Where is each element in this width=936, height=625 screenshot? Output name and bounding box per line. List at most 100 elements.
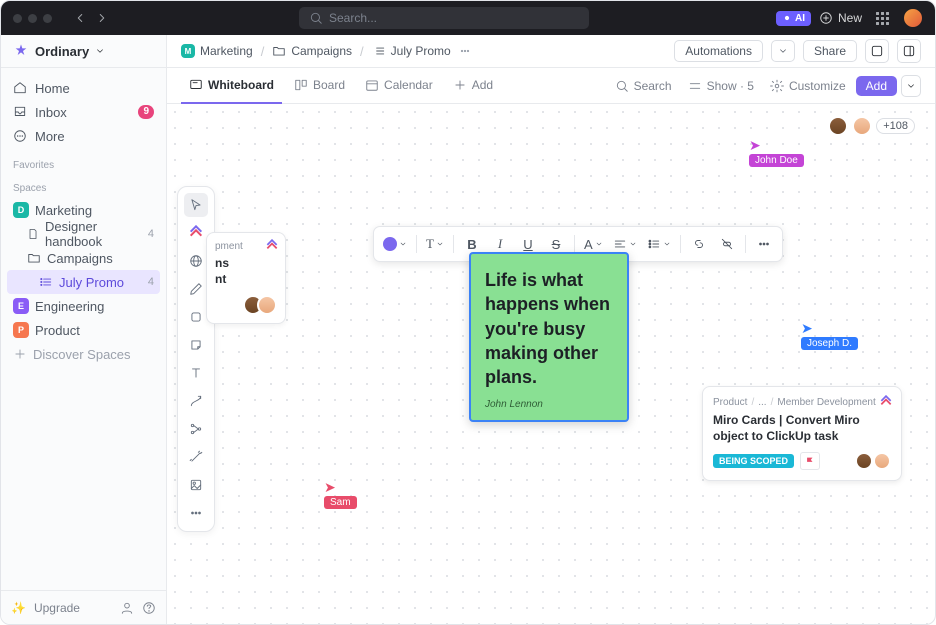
assignee-avatar[interactable] bbox=[873, 452, 891, 470]
crumb-july-promo[interactable]: July Promo bbox=[372, 44, 451, 58]
assignee-avatar[interactable] bbox=[855, 452, 873, 470]
remote-cursor-joseph: ➤ Joseph D. bbox=[801, 321, 858, 350]
folder-icon bbox=[27, 251, 41, 265]
tool-shape[interactable] bbox=[184, 305, 208, 329]
tree-item-designer-handbook[interactable]: Designer handbook 4 bbox=[7, 222, 160, 246]
cursor-label: Joseph D. bbox=[801, 337, 858, 350]
view-search[interactable]: Search bbox=[609, 79, 678, 93]
collaborator-avatar[interactable] bbox=[852, 116, 872, 136]
tree-space-product[interactable]: P Product bbox=[7, 318, 160, 342]
more-format-button[interactable] bbox=[751, 232, 777, 256]
view-show[interactable]: Show · 5 bbox=[682, 79, 760, 93]
tool-connector[interactable] bbox=[184, 389, 208, 413]
tree-item-campaigns[interactable]: Campaigns bbox=[7, 246, 160, 270]
panel-button[interactable] bbox=[897, 39, 921, 63]
plus-icon bbox=[13, 347, 27, 361]
tool-sticky[interactable] bbox=[184, 333, 208, 357]
priority-flag[interactable] bbox=[800, 452, 820, 470]
sidebar-item-inbox[interactable]: Inbox 9 bbox=[7, 100, 160, 124]
tab-whiteboard[interactable]: Whiteboard bbox=[181, 68, 282, 104]
sticky-note-icon bbox=[189, 338, 203, 352]
tree-item-july-promo[interactable]: July Promo 4 bbox=[7, 270, 160, 294]
apps-grid-icon[interactable] bbox=[876, 12, 889, 25]
action-label: Customize bbox=[789, 79, 846, 93]
tab-calendar[interactable]: Calendar bbox=[357, 68, 441, 104]
image-icon bbox=[189, 478, 203, 492]
crumb-label: July Promo bbox=[391, 44, 451, 58]
tab-add-view[interactable]: Add bbox=[445, 68, 501, 104]
gear-icon bbox=[770, 79, 784, 93]
link-button[interactable] bbox=[686, 232, 712, 256]
more-horizontal-icon[interactable] bbox=[459, 44, 471, 58]
sticky-note-quote[interactable]: Life is what happens when you're busy ma… bbox=[469, 252, 629, 422]
window-controls bbox=[13, 14, 52, 23]
breadcrumb-separator: / bbox=[261, 44, 265, 59]
add-caret[interactable] bbox=[901, 75, 921, 97]
space-badge: P bbox=[13, 322, 29, 338]
chevron-down-icon bbox=[95, 46, 105, 56]
card-crumb: ... bbox=[758, 397, 766, 408]
caret-down-icon bbox=[436, 237, 444, 251]
collaborators-more[interactable]: +108 bbox=[876, 118, 915, 134]
collaborators-stack[interactable]: +108 bbox=[828, 116, 915, 136]
calendar-icon bbox=[365, 78, 379, 92]
tool-image[interactable] bbox=[184, 473, 208, 497]
tool-task[interactable] bbox=[184, 221, 208, 245]
tool-text[interactable] bbox=[184, 361, 208, 385]
home-icon bbox=[13, 81, 27, 95]
card-title-line: nt bbox=[215, 272, 226, 286]
task-card-miro[interactable]: Product/ .../ Member Development Miro Ca… bbox=[702, 386, 902, 481]
status-badge[interactable]: BEING SCOPED bbox=[713, 454, 794, 468]
tool-relation[interactable] bbox=[184, 417, 208, 441]
history-forward-button[interactable] bbox=[92, 8, 112, 28]
cursor-label: John Doe bbox=[749, 154, 804, 167]
tab-board[interactable]: Board bbox=[286, 68, 353, 104]
sidebar-item-home[interactable]: Home bbox=[7, 76, 160, 100]
section-spaces: Spaces bbox=[1, 175, 166, 198]
fill-color-button[interactable] bbox=[379, 232, 411, 256]
more-horizontal-icon bbox=[757, 237, 771, 251]
view-customize[interactable]: Customize bbox=[764, 79, 852, 93]
tool-ai[interactable] bbox=[184, 445, 208, 469]
task-card-partial[interactable]: pment nsnt bbox=[206, 232, 286, 324]
list-button[interactable] bbox=[643, 232, 675, 256]
tree-label: Designer handbook bbox=[45, 219, 142, 249]
activity-button[interactable] bbox=[865, 39, 889, 63]
plus-icon bbox=[453, 78, 467, 92]
new-button[interactable]: New bbox=[819, 11, 862, 25]
tree-discover-spaces[interactable]: Discover Spaces bbox=[7, 342, 160, 366]
add-button[interactable]: Add bbox=[856, 76, 897, 96]
sidebar-item-more[interactable]: More bbox=[7, 124, 160, 148]
tool-pen[interactable] bbox=[184, 277, 208, 301]
upgrade-button[interactable]: Upgrade bbox=[34, 601, 80, 615]
workspace-switcher[interactable]: Ordinary bbox=[1, 35, 166, 68]
tab-label: Whiteboard bbox=[208, 78, 274, 92]
tree-space-engineering[interactable]: E Engineering bbox=[7, 294, 160, 318]
unlink-button[interactable] bbox=[714, 232, 740, 256]
automations-caret[interactable] bbox=[771, 40, 795, 62]
ai-button[interactable]: AI bbox=[776, 11, 811, 26]
crumb-campaigns[interactable]: Campaigns bbox=[272, 44, 352, 58]
automations-button[interactable]: Automations bbox=[674, 40, 763, 62]
close-dot[interactable] bbox=[13, 14, 22, 23]
font-style-button[interactable]: T bbox=[422, 232, 448, 256]
history-back-button[interactable] bbox=[70, 8, 90, 28]
search-input[interactable]: Search... bbox=[299, 7, 589, 29]
search-icon bbox=[615, 79, 629, 93]
tool-select[interactable] bbox=[184, 193, 208, 217]
action-label: Search bbox=[634, 79, 672, 93]
maximize-dot[interactable] bbox=[43, 14, 52, 23]
assignee-avatar bbox=[257, 295, 277, 315]
tool-more[interactable] bbox=[184, 501, 208, 525]
help-icon[interactable] bbox=[142, 601, 156, 615]
collaborator-avatar[interactable] bbox=[828, 116, 848, 136]
user-avatar[interactable] bbox=[903, 8, 923, 28]
user-icon[interactable] bbox=[120, 601, 134, 615]
minimize-dot[interactable] bbox=[28, 14, 37, 23]
square-icon bbox=[189, 310, 203, 324]
tool-web[interactable] bbox=[184, 249, 208, 273]
whiteboard-canvas[interactable]: +108 ➤ John Doe ➤ Joseph D. ➤ Sam bbox=[167, 104, 935, 624]
crumb-marketing[interactable]: M Marketing bbox=[181, 44, 253, 58]
remote-cursor-sam: ➤ Sam bbox=[324, 480, 357, 509]
share-button[interactable]: Share bbox=[803, 40, 857, 62]
